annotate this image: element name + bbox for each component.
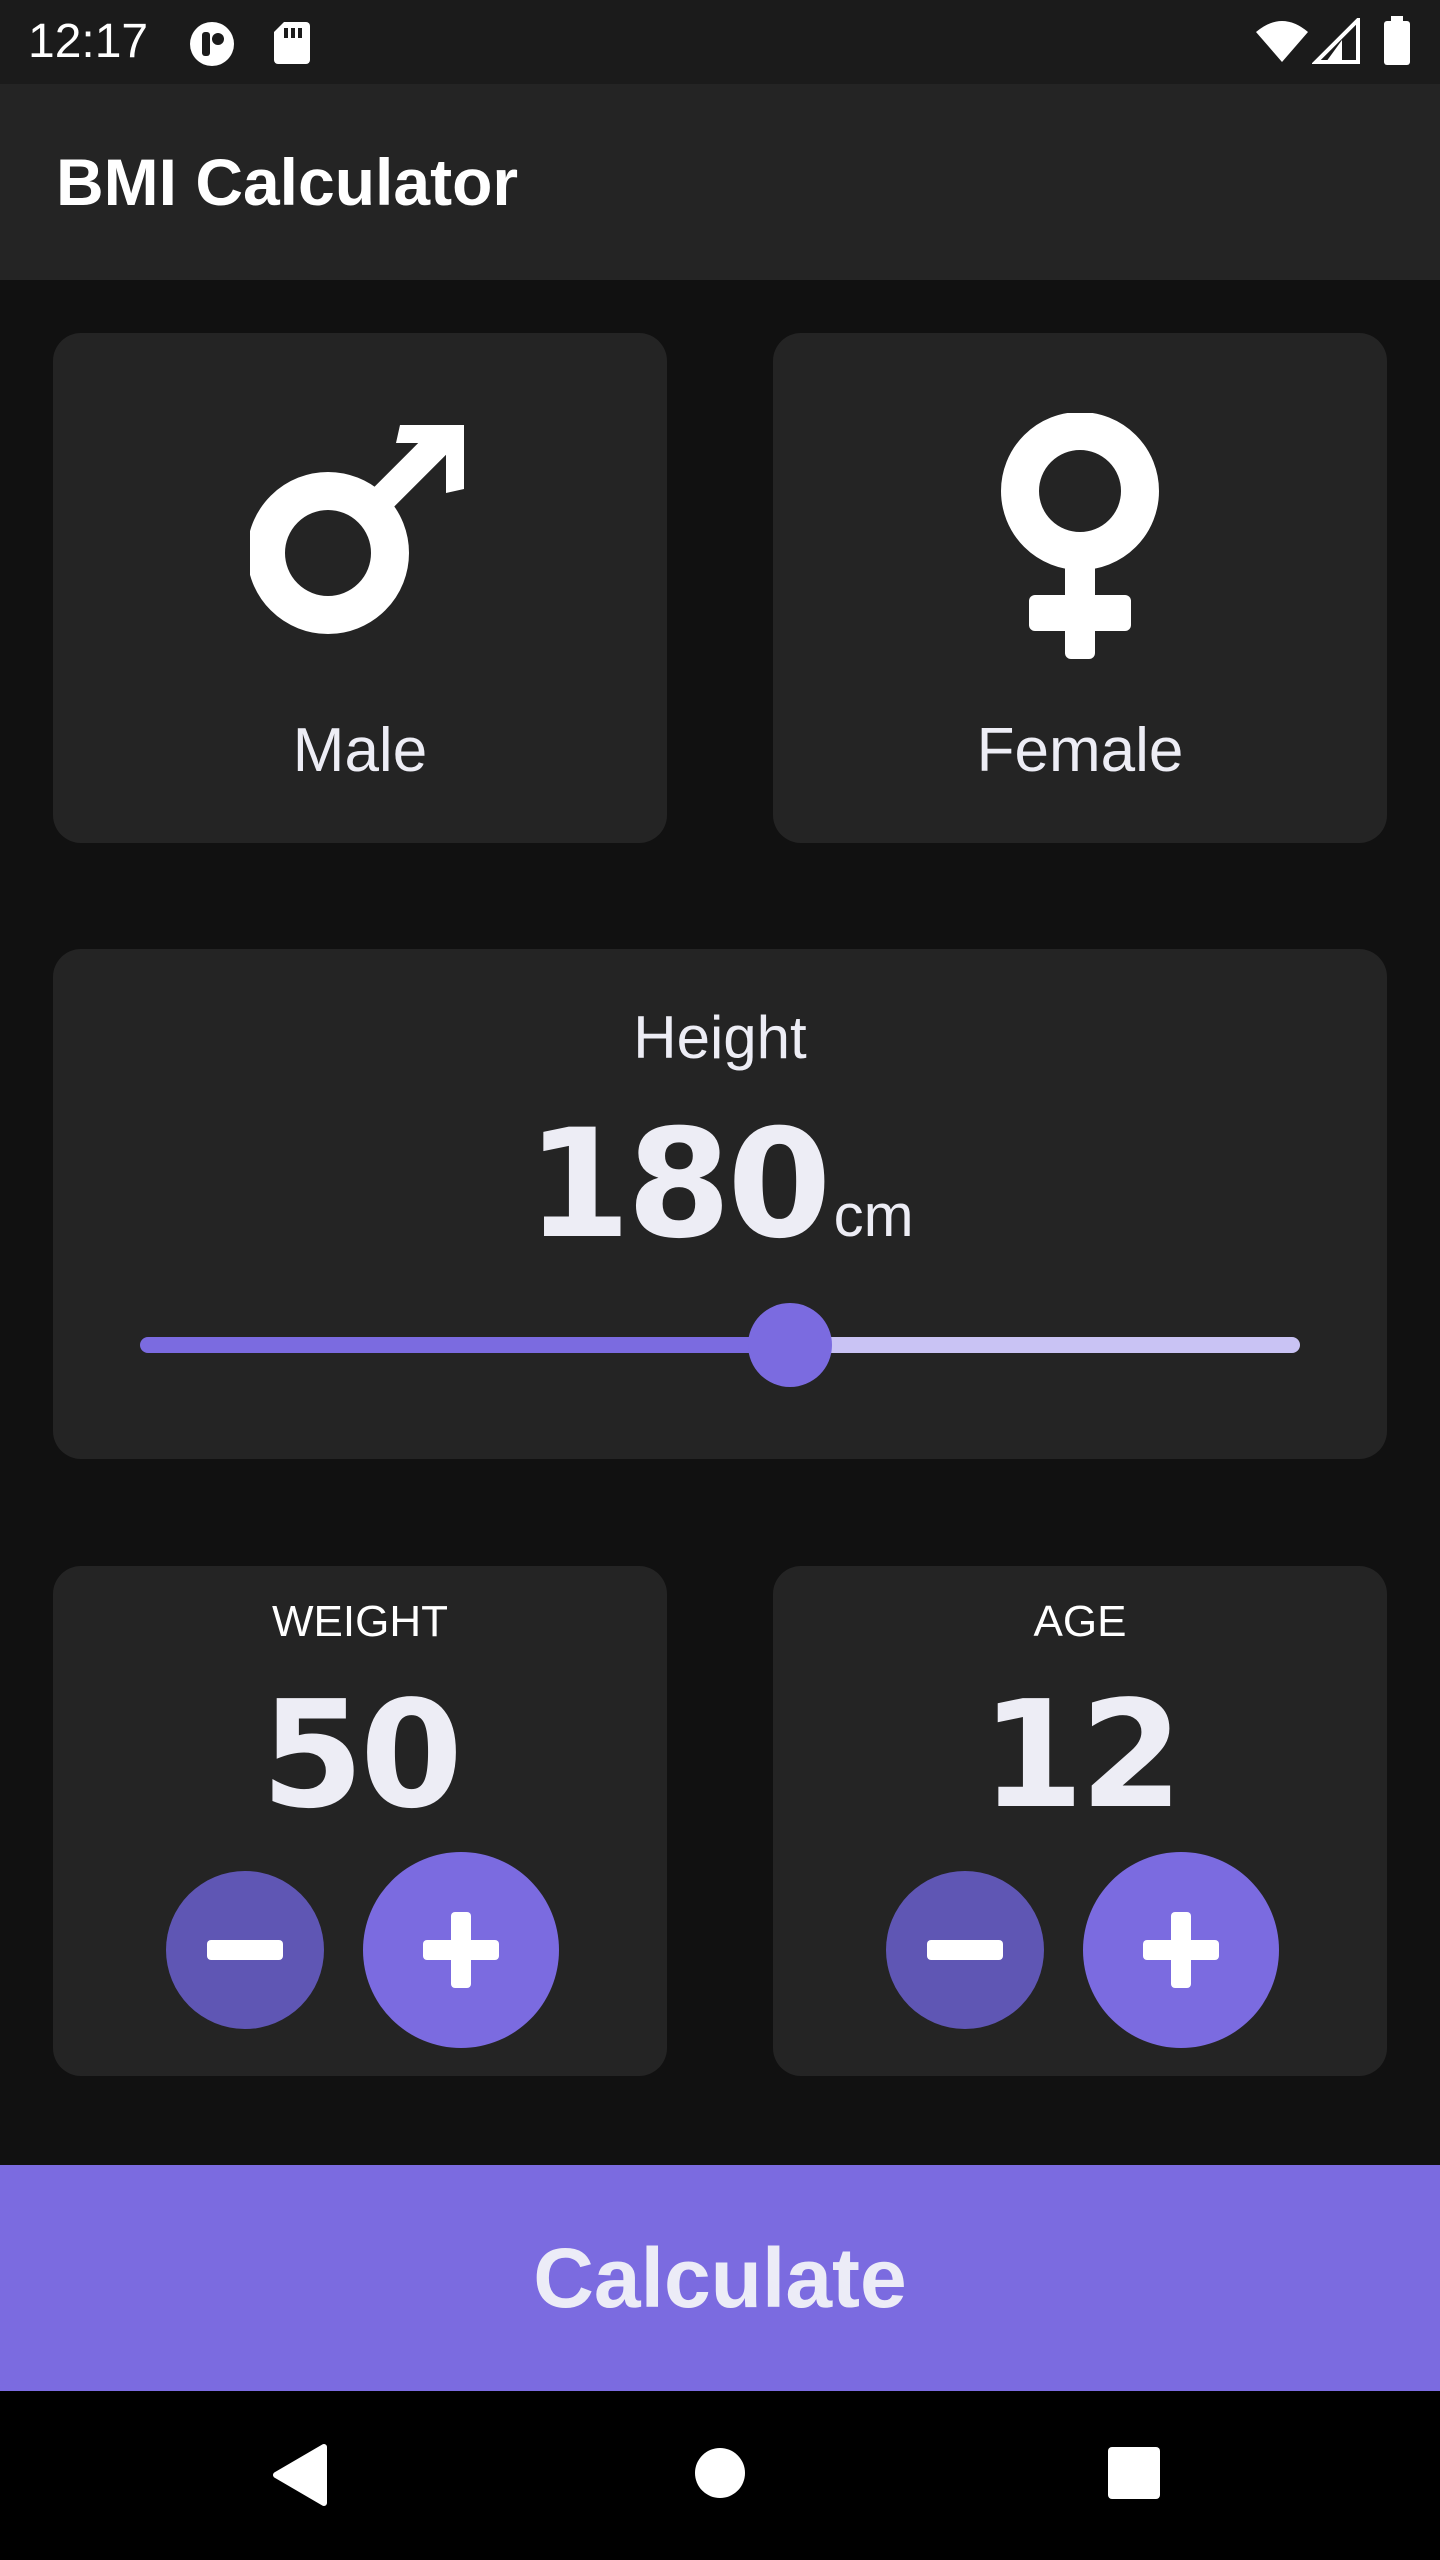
page-title: BMI Calculator [56,145,519,219]
height-unit: cm [833,1182,914,1249]
male-label: Male [292,716,428,785]
slider-thumb[interactable] [747,1303,832,1387]
age-increment-button[interactable] [1083,1852,1279,2048]
app-notification-icon [190,22,234,66]
weight-decrement-button[interactable] [166,1871,324,2029]
height-slider[interactable] [140,1303,1300,1387]
system-nav-bar [0,2391,1440,2560]
minus-icon [927,1940,1003,1960]
female-symbol-icon [773,413,1387,659]
slider-track-inactive [789,1337,1300,1353]
status-bar: 12:17 [0,0,1440,84]
plus-icon [423,1912,499,1988]
slider-track-active [140,1337,790,1353]
recents-icon[interactable] [1108,2447,1160,2499]
minus-icon [207,1940,283,1960]
weight-label: WEIGHT [272,1597,448,1646]
wifi-icon [1256,21,1308,62]
app-bar: BMI Calculator [0,84,1440,280]
back-icon[interactable] [272,2443,328,2507]
height-label: Height [633,1004,807,1071]
sd-card-icon [274,22,310,64]
age-value: 12 [981,1669,1183,1841]
calculate-button-label: Calculate [533,2230,907,2325]
home-icon[interactable] [694,2447,746,2499]
calculate-button[interactable]: Calculate [0,2165,1440,2391]
age-decrement-button[interactable] [886,1871,1044,2029]
battery-icon [1384,16,1410,65]
weight-value: 50 [261,1669,463,1841]
status-time: 12:17 [28,15,149,68]
age-label: AGE [1033,1597,1127,1646]
height-value: 180 [526,1098,831,1272]
signal-icon [1312,18,1360,64]
female-label: Female [976,716,1184,785]
male-symbol-icon [53,425,667,634]
plus-icon [1143,1912,1219,1988]
weight-increment-button[interactable] [363,1852,559,2048]
height-readout: 180 cm [0,1098,1440,1272]
